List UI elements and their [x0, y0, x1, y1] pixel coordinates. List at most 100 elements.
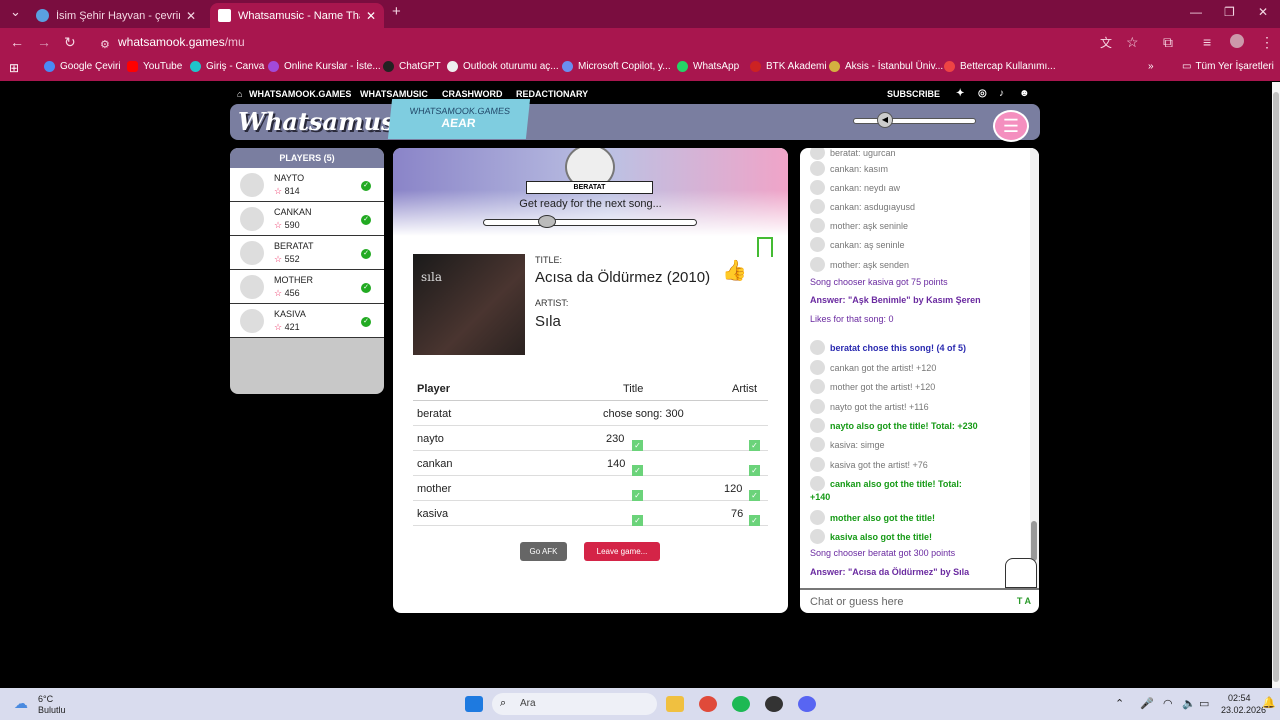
- tab-list-icon[interactable]: ⌄: [10, 4, 21, 20]
- app-icon[interactable]: [765, 696, 783, 712]
- close-tab-icon[interactable]: ✕: [366, 9, 376, 23]
- chat-message: kasiva: simge: [810, 437, 885, 452]
- taskbar-search[interactable]: ⌕ Ara: [492, 693, 657, 715]
- discord-icon[interactable]: ☻: [1019, 88, 1030, 99]
- table-row: mother ✓ 120 ✓: [413, 476, 768, 501]
- checkbox-icon: ✓: [749, 490, 760, 501]
- bookmark-copilot[interactable]: Microsoft Copilot, y...: [562, 61, 671, 72]
- site-info-icon[interactable]: ⚙: [100, 35, 110, 56]
- tab-whatsamusic[interactable]: Whatsamusic - Name That Tune ✕: [210, 3, 384, 28]
- spotify-icon[interactable]: [732, 696, 750, 712]
- bookmark-bettercap[interactable]: Bettercap Kullanımı...: [944, 61, 1056, 72]
- nav-crashword[interactable]: CRASHWORD: [442, 89, 503, 99]
- chat-message: beratat chose this song! (4 of 5): [810, 340, 966, 355]
- chat-message: mother also got the title!: [810, 510, 935, 525]
- close-window-icon[interactable]: ✕: [1258, 5, 1268, 19]
- nav-whatsamusic[interactable]: WHATSAMUSIC: [360, 89, 428, 99]
- reload-icon[interactable]: ↻: [64, 34, 76, 51]
- home-icon[interactable]: ⌂: [237, 89, 242, 99]
- weather-temp[interactable]: 6°C: [38, 694, 53, 704]
- forward-icon[interactable]: →: [37, 34, 51, 50]
- page-scrollbar[interactable]: [1272, 82, 1280, 688]
- clock-time[interactable]: 02:54: [1228, 693, 1251, 703]
- subscribe-link[interactable]: SUBSCRIBE: [887, 89, 940, 99]
- nav-whatsamook[interactable]: WHATSAMOOK.GAMES: [249, 89, 351, 99]
- volume-slider[interactable]: [853, 118, 976, 124]
- minimize-icon[interactable]: —: [1190, 5, 1202, 19]
- player-score: ☆ 590: [274, 220, 300, 230]
- bookmark-outlook[interactable]: Outlook oturumu aç...: [447, 61, 559, 72]
- url-field[interactable]: ⚙ whatsamook.games/mu: [96, 32, 1106, 53]
- bookmark-google-ceviri[interactable]: Google Çeviri: [44, 61, 121, 72]
- avatar: [810, 257, 825, 272]
- chat-input[interactable]: Chat or guess here T A: [800, 588, 1039, 613]
- back-icon[interactable]: ←: [10, 34, 24, 50]
- discord-taskbar-icon[interactable]: [798, 696, 816, 712]
- bookmark-youtube[interactable]: YouTube: [127, 61, 182, 72]
- profile-avatar[interactable]: [1230, 34, 1244, 48]
- windows-start-icon[interactable]: [465, 696, 483, 712]
- battery-icon[interactable]: ▭: [1199, 697, 1209, 710]
- chat-scrollbar[interactable]: [1030, 148, 1039, 588]
- all-bookmarks[interactable]: ▭ Tüm Yer İşaretleri: [1182, 61, 1274, 72]
- avatar: [810, 476, 825, 491]
- chat-panel: beratat: ugurcan cankan: kasım cankan: ney…: [800, 148, 1039, 613]
- bookmark-icon[interactable]: [757, 237, 773, 257]
- new-tab-icon[interactable]: +: [392, 3, 401, 20]
- tray-chevron-icon[interactable]: ⌃: [1115, 697, 1124, 710]
- volume-icon[interactable]: ◀: [877, 112, 893, 128]
- player-score: ☆ 552: [274, 254, 300, 264]
- bookmark-btk[interactable]: BTK Akademi: [750, 61, 827, 72]
- thumbs-up-icon[interactable]: 👍: [722, 258, 747, 283]
- clock-date[interactable]: 23.02.2026: [1221, 705, 1266, 715]
- cover-text: sıla: [421, 270, 442, 284]
- url-path: /mu: [224, 35, 245, 49]
- extensions-icon[interactable]: ⧉: [1163, 34, 1173, 51]
- bookmark-aksis[interactable]: Aksis - İstanbul Üniv...: [829, 61, 943, 72]
- microphone-icon[interactable]: 🎤: [1140, 697, 1154, 710]
- tab-isim-sehir[interactable]: İsim Şehir Hayvan - çevrimiçi oy ✕: [28, 3, 204, 28]
- player-score: ☆ 814: [274, 186, 300, 196]
- bookmark-whatsapp[interactable]: WhatsApp: [677, 61, 739, 72]
- leave-game-button[interactable]: Leave game...: [584, 542, 660, 561]
- chat-message: nayto got the artist! +116: [810, 399, 929, 414]
- nav-redactionary[interactable]: REDACTIONARY: [516, 89, 588, 99]
- chat-text: kasiva also got the title!: [830, 531, 933, 542]
- chat-message: +140: [810, 492, 830, 502]
- instagram-icon[interactable]: ◎: [978, 88, 987, 99]
- apps-grid-icon[interactable]: ⊞: [9, 61, 19, 75]
- page-scrollbar-thumb[interactable]: [1273, 92, 1279, 682]
- wifi-icon[interactable]: ◠: [1163, 697, 1173, 710]
- hamburger-menu-icon[interactable]: ☰: [993, 110, 1029, 142]
- browser-menu-icon[interactable]: ⋮: [1260, 34, 1274, 51]
- file-explorer-icon[interactable]: [666, 696, 684, 712]
- go-afk-button[interactable]: Go AFK: [520, 542, 567, 561]
- weather-icon[interactable]: ☁: [14, 695, 28, 712]
- bookmark-canva[interactable]: Giriş - Canva: [190, 61, 264, 72]
- site-nav: ⌂ WHATSAMOOK.GAMES WHATSAMUSIC CRASHWORD…: [230, 85, 1040, 103]
- tiktok-icon[interactable]: ♪: [999, 88, 1004, 99]
- like-button[interactable]: [1005, 558, 1037, 588]
- bookmark-online-kurslar[interactable]: Online Kurslar - İste...: [268, 61, 381, 72]
- star-icon: ☆: [274, 186, 283, 196]
- media-control-icon[interactable]: ≡: [1203, 34, 1211, 50]
- chat-text: beratat: ugurcan: [830, 148, 896, 158]
- chrome-icon[interactable]: [699, 696, 717, 712]
- title-label: TITLE:: [535, 255, 563, 265]
- weather-desc[interactable]: Bulutlu: [38, 705, 66, 715]
- close-tab-icon[interactable]: ✕: [186, 9, 196, 23]
- speaker-icon[interactable]: 🔈: [1182, 697, 1196, 710]
- search-label: Ara: [520, 698, 536, 709]
- twitter-icon[interactable]: ✦: [956, 88, 964, 99]
- translate-icon[interactable]: 文: [1100, 34, 1112, 51]
- chat-message: Song chooser kasiva got 75 points: [810, 277, 948, 287]
- bookmark-star-icon[interactable]: ☆: [1126, 34, 1139, 51]
- checkbox-icon: ✓: [632, 515, 643, 526]
- chatgpt-icon: [383, 61, 394, 72]
- restore-icon[interactable]: ❐: [1224, 5, 1235, 19]
- scrollbar-thumb[interactable]: [1031, 521, 1037, 561]
- notifications-icon[interactable]: 🔔: [1262, 696, 1276, 709]
- bookmark-chatgpt[interactable]: ChatGPT: [383, 61, 441, 72]
- avatar: [240, 309, 264, 333]
- more-bookmarks-icon[interactable]: »: [1148, 61, 1154, 72]
